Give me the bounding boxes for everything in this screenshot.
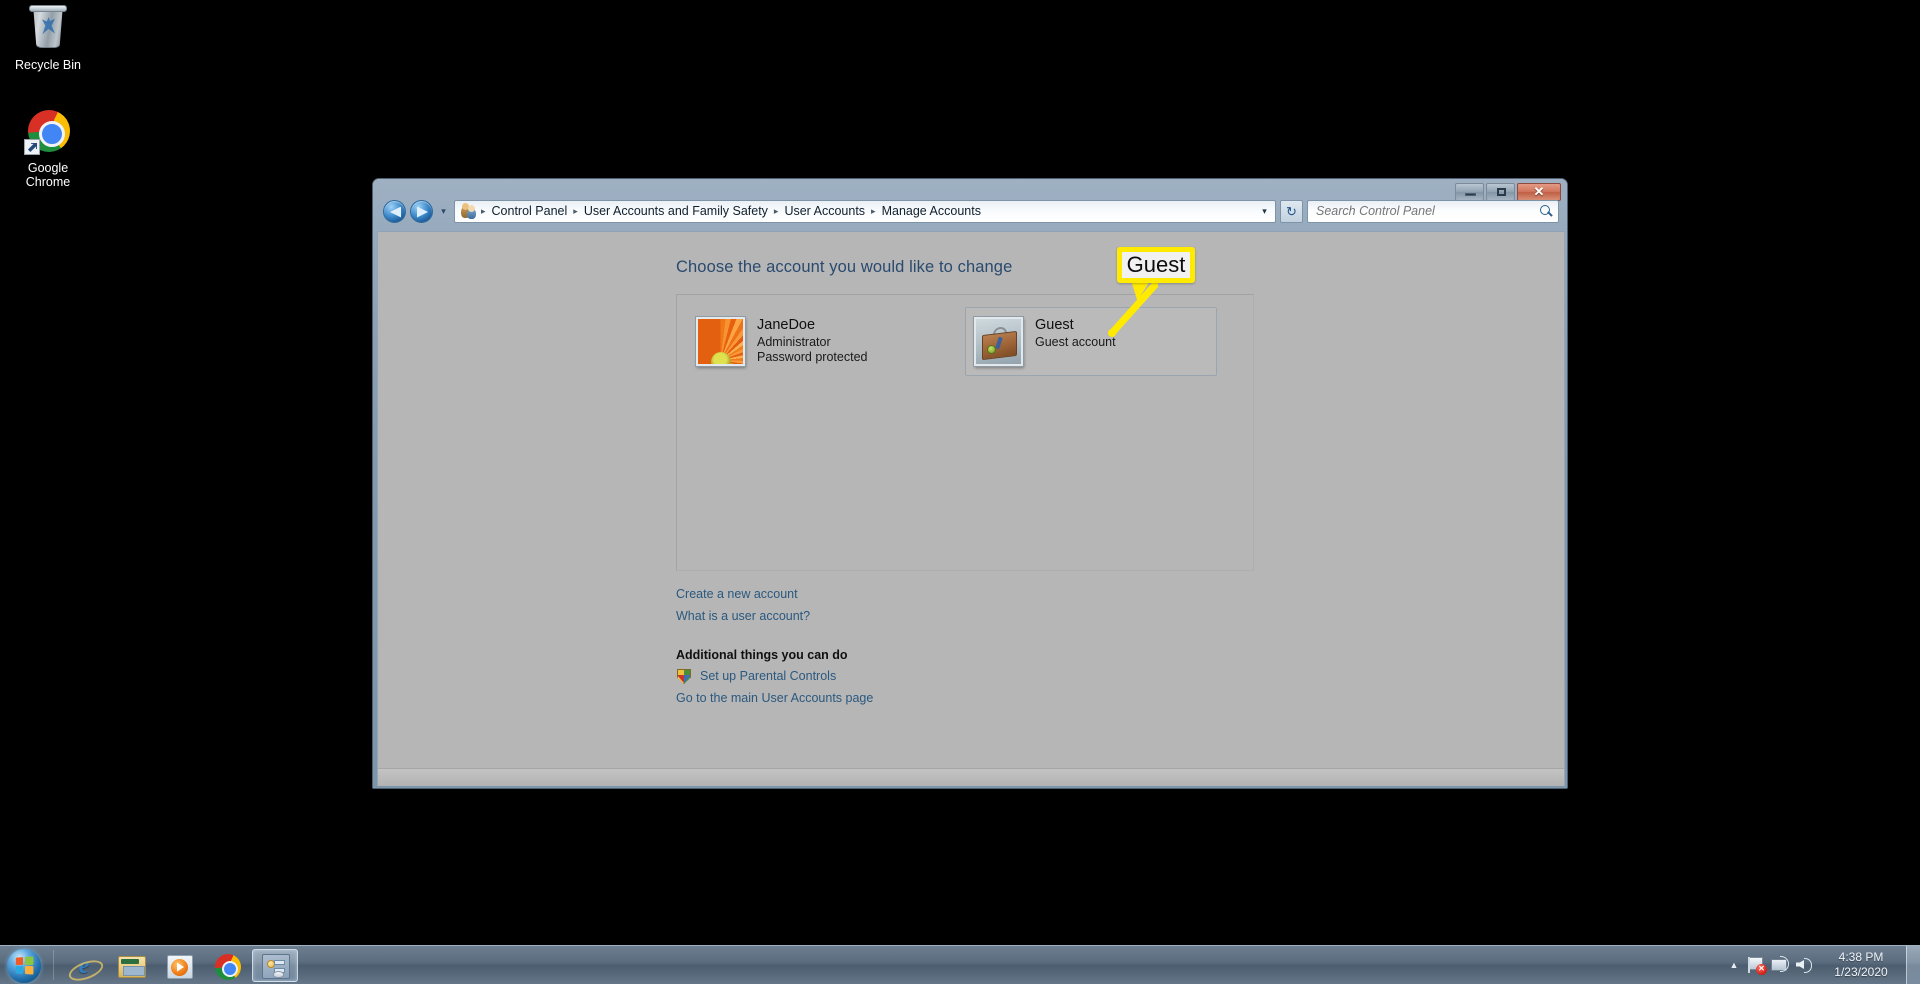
address-dropdown-icon[interactable]: ▾ [1256, 206, 1273, 217]
back-button[interactable] [383, 199, 406, 223]
janedoe-account-tile[interactable]: JaneDoe Administrator Password protected [687, 307, 939, 376]
recent-pages-dropdown-icon[interactable]: ▾ [437, 206, 450, 217]
taskbar[interactable]: e ▲ ✕ 4:38 PM 1/23/2020 [0, 945, 1920, 984]
breadcrumb-item-control-panel[interactable]: Control Panel [488, 202, 572, 220]
refresh-button[interactable]: ↻ [1280, 199, 1303, 223]
parental-controls-row: Set up Parental Controls [676, 665, 1564, 687]
action-center-alert-badge: ✕ [1756, 964, 1767, 975]
taskbar-item-google-chrome[interactable] [204, 949, 250, 982]
network-icon[interactable] [1769, 954, 1791, 976]
user-accounts-icon [460, 203, 477, 219]
breadcrumb-item-user-accounts[interactable]: User Accounts [780, 202, 869, 220]
control-panel-window[interactable]: ✕ ▾ ▸ Control Panel ▸ User Accounts and … [372, 178, 1568, 789]
shortcut-arrow-icon [24, 139, 40, 155]
flower-avatar [695, 316, 746, 367]
taskbar-divider [53, 950, 54, 980]
breadcrumb-separator-icon: ▸ [773, 205, 779, 216]
accounts-list: JaneDoe Administrator Password protected [687, 307, 1243, 376]
desktop-icon-recycle-bin[interactable]: Recycle Bin [6, 5, 90, 72]
navigation-bar: ▾ ▸ Control Panel ▸ User Accounts and Fa… [373, 193, 1567, 229]
what-is-a-user-account-link[interactable]: What is a user account? [676, 605, 810, 627]
show-hidden-icons-icon[interactable]: ▲ [1724, 960, 1744, 970]
additional-things-heading: Additional things you can do [676, 648, 848, 662]
system-tray: ▲ ✕ 4:38 PM 1/23/2020 [1724, 945, 1920, 984]
search-box[interactable] [1307, 199, 1559, 223]
clock[interactable]: 4:38 PM 1/23/2020 [1816, 950, 1906, 980]
create-new-account-link[interactable]: Create a new account [676, 583, 798, 605]
account-status: Password protected [757, 350, 868, 364]
address-bar[interactable]: ▸ Control Panel ▸ User Accounts and Fami… [454, 199, 1276, 223]
callout-text: Guest [1126, 252, 1186, 277]
start-button[interactable] [2, 948, 48, 983]
callout-label-guest: Guest [1117, 247, 1195, 283]
recycle-bin-icon [24, 5, 72, 53]
account-details: JaneDoe Administrator Password protected [757, 317, 867, 365]
desktop-icon-google-chrome[interactable]: Google Chrome [6, 108, 90, 189]
content-pane: Choose the account you would like to cha… [378, 232, 1564, 768]
status-bar [378, 768, 1564, 786]
clock-time: 4:38 PM [1838, 950, 1884, 964]
chrome-icon [24, 108, 72, 156]
breadcrumb-item-manage-accounts[interactable]: Manage Accounts [878, 202, 985, 220]
control-panel-icon [262, 953, 290, 979]
windows-logo-icon [15, 955, 34, 975]
account-role: Guest account [1035, 335, 1116, 349]
account-role: Administrator [757, 335, 831, 349]
breadcrumb-separator-icon: ▸ [871, 205, 876, 216]
shield-icon [676, 668, 692, 684]
account-details: Guest Guest account [1035, 317, 1116, 350]
suitcase-avatar [973, 316, 1024, 367]
breadcrumb-item-user-accounts-and-family-safety[interactable]: User Accounts and Family Safety [580, 202, 772, 220]
folder-icon [118, 955, 146, 978]
taskbar-item-internet-explorer[interactable]: e [60, 949, 106, 982]
set-up-parental-controls-link[interactable]: Set up Parental Controls [700, 665, 836, 687]
forward-button[interactable] [410, 199, 433, 223]
search-icon [1539, 204, 1554, 219]
search-input[interactable] [1316, 204, 1539, 218]
show-desktop-button[interactable] [1906, 945, 1920, 984]
taskbar-item-windows-media-player[interactable] [156, 949, 202, 982]
guest-account-tile[interactable]: Guest Guest account [965, 307, 1217, 376]
breadcrumb: ▸ Control Panel ▸ User Accounts and Fami… [479, 202, 1256, 220]
account-name: JaneDoe [757, 317, 816, 333]
desktop[interactable]: Recycle Bin Google Chrome ✕ ▾ ▸ Control … [0, 0, 1920, 984]
window-client-area: Choose the account you would like to cha… [377, 231, 1565, 786]
media-player-icon [167, 954, 193, 979]
taskbar-item-control-panel[interactable] [252, 948, 298, 982]
desktop-icon-label: Recycle Bin [15, 58, 81, 72]
account-action-links: Create a new account What is a user acco… [676, 583, 1564, 627]
volume-icon[interactable] [1793, 954, 1815, 976]
chrome-icon [215, 953, 241, 980]
internet-explorer-icon: e [70, 953, 98, 980]
accounts-panel: JaneDoe Administrator Password protected [676, 294, 1254, 571]
taskbar-item-windows-explorer[interactable] [108, 949, 154, 982]
action-center-icon[interactable]: ✕ [1745, 954, 1767, 976]
account-name: Guest [1035, 317, 1074, 333]
go-to-main-user-accounts-page-link[interactable]: Go to the main User Accounts page [676, 687, 873, 709]
refresh-icon: ↻ [1286, 203, 1297, 219]
breadcrumb-separator-icon: ▸ [573, 205, 578, 216]
clock-date: 1/23/2020 [1834, 965, 1888, 979]
breadcrumb-separator-icon: ▸ [481, 205, 486, 216]
desktop-icon-label: Google Chrome [25, 161, 71, 189]
